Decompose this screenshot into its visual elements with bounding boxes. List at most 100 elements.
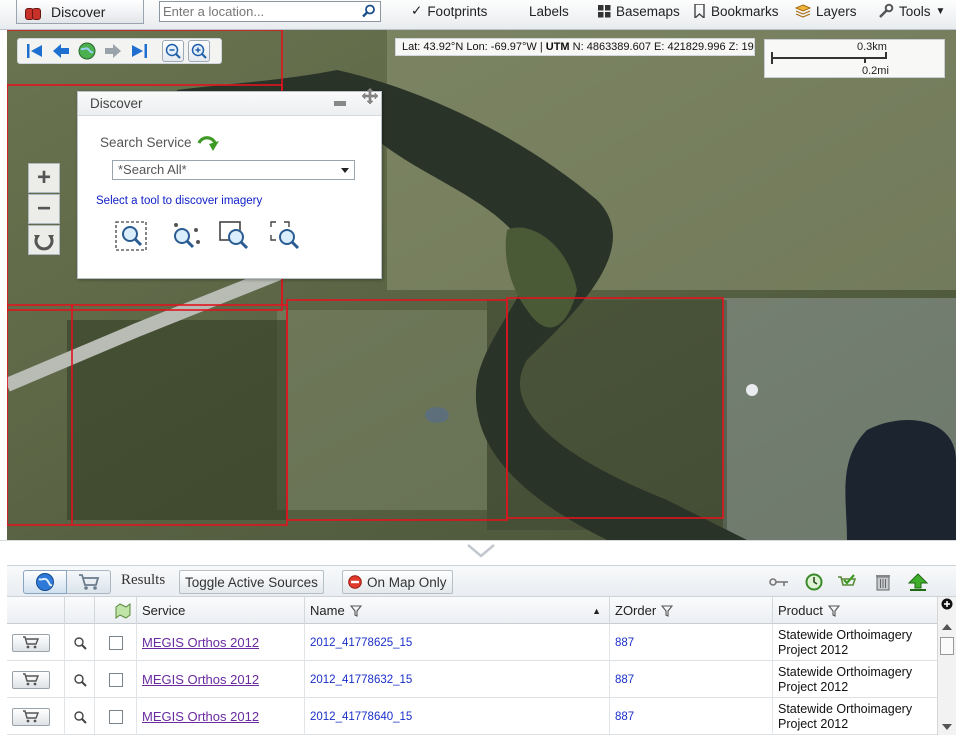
header-service[interactable]: Service — [137, 597, 305, 624]
rotate-icon — [34, 235, 54, 251]
move-icon[interactable] — [361, 87, 379, 105]
header-zorder[interactable]: ZOrder — [610, 597, 773, 624]
results-tab-imagery[interactable] — [23, 570, 67, 594]
zoom-in-tool-button[interactable] — [188, 40, 210, 62]
add-to-cart-button[interactable] — [12, 707, 50, 726]
chevron-down-icon[interactable] — [467, 544, 495, 558]
map-icon — [115, 602, 131, 619]
time-filter-button[interactable] — [804, 572, 824, 592]
table-row[interactable]: MEGIS Orthos 2012 2012_41778632_15 887 S… — [7, 661, 937, 698]
sort-ascending-icon[interactable]: ▲ — [592, 598, 601, 624]
shopping-cart-icon — [23, 636, 40, 649]
scroll-down-arrow[interactable] — [942, 724, 952, 730]
coordinate-readout: Lat: 43.92°N Lon: -69.97°W | UTM N: 4863… — [395, 38, 755, 56]
key-button[interactable] — [769, 572, 789, 592]
first-extent-icon — [27, 44, 42, 58]
table-scrollbar[interactable] — [937, 597, 956, 735]
basemaps-menu[interactable]: Basemaps — [598, 2, 680, 20]
add-to-cart-button[interactable] — [12, 670, 50, 689]
results-tab-cart[interactable] — [67, 570, 111, 594]
clear-results-button[interactable] — [873, 572, 893, 592]
layers-menu[interactable]: Layers — [795, 2, 857, 20]
header-name-label: Name — [310, 602, 345, 618]
tools-menu[interactable]: Tools ▼ — [878, 2, 945, 20]
add-all-to-cart-button[interactable] — [837, 572, 857, 592]
zorder-cell: 887 — [615, 636, 635, 649]
zoom-in-button[interactable]: + — [28, 163, 60, 193]
rectangle-search-tool[interactable] — [218, 220, 254, 254]
header-product[interactable]: Product — [773, 597, 937, 624]
shopping-cart-icon — [78, 574, 99, 590]
search-icon[interactable] — [362, 4, 376, 18]
wrench-icon — [879, 3, 894, 18]
upload-arrow-icon — [908, 573, 928, 591]
zoom-out-button[interactable]: − — [28, 194, 60, 224]
filter-icon[interactable] — [661, 604, 674, 617]
dropdown-arrow-icon — [341, 168, 349, 173]
add-column-icon[interactable] — [938, 597, 956, 611]
trash-icon — [876, 575, 890, 591]
table-row[interactable]: MEGIS Orthos 2012 2012_41778625_15 887 S… — [7, 624, 937, 661]
map-navigation-toolbar — [17, 38, 222, 64]
utm-value: N: 4863389.607 E: 421829.996 Z: 19 — [572, 41, 754, 53]
discover-button[interactable]: Discover — [16, 0, 144, 24]
rotate-reset-button[interactable] — [28, 225, 60, 255]
header-name[interactable]: Name ▲ — [305, 597, 610, 624]
zoom-control: + − — [28, 163, 61, 255]
search-service-select[interactable]: *Search All* — [112, 160, 355, 180]
filter-icon[interactable] — [827, 604, 840, 617]
service-link[interactable]: MEGIS Orthos 2012 — [137, 709, 259, 724]
point-search-tool[interactable] — [168, 220, 204, 254]
location-input[interactable] — [160, 2, 356, 21]
zorder-cell: 887 — [615, 673, 635, 686]
layers-icon — [795, 4, 811, 18]
product-cell: Statewide Orthoimagery Project 2012 — [778, 701, 913, 731]
on-map-only-button[interactable]: On Map Only — [342, 570, 453, 594]
select-value: *Search All* — [118, 162, 187, 177]
labels-toggle[interactable]: Labels — [529, 2, 569, 20]
scroll-up-arrow[interactable] — [942, 624, 952, 630]
export-results-button[interactable] — [908, 572, 928, 592]
footprints-toggle[interactable]: ✓ Footprints — [411, 2, 487, 20]
header-footprint-column[interactable] — [95, 597, 137, 624]
scroll-thumb[interactable] — [940, 637, 954, 655]
service-link[interactable]: MEGIS Orthos 2012 — [137, 672, 259, 687]
top-toolbar: Discover ✓ Footprints Labels Basemaps Bo… — [0, 0, 956, 30]
results-toolbar: Results Toggle Active Sources On Map Onl… — [7, 565, 956, 597]
header-zoom-column — [65, 597, 95, 624]
add-to-cart-button[interactable] — [12, 633, 50, 652]
scale-line — [771, 57, 887, 59]
layers-label: Layers — [816, 3, 857, 19]
scale-tick — [864, 57, 866, 63]
previous-extent-button[interactable] — [50, 40, 72, 62]
clock-icon — [805, 573, 823, 591]
on-map-only-label: On Map Only — [367, 574, 447, 590]
service-link[interactable]: MEGIS Orthos 2012 — [137, 635, 259, 650]
key-icon — [769, 578, 788, 586]
toggle-active-sources-button[interactable]: Toggle Active Sources — [179, 570, 324, 594]
footprint-checkbox[interactable] — [109, 635, 123, 650]
shopping-cart-icon — [23, 673, 40, 686]
panel-splitter[interactable] — [0, 540, 956, 565]
full-extent-button[interactable] — [76, 40, 98, 62]
table-row[interactable]: MEGIS Orthos 2012 2012_41778640_15 887 S… — [7, 698, 937, 735]
refresh-icon[interactable] — [196, 134, 220, 156]
magnifier-icon[interactable] — [73, 673, 87, 687]
last-extent-button[interactable] — [128, 40, 150, 62]
minimize-button[interactable] — [334, 101, 346, 106]
next-extent-button[interactable] — [102, 40, 124, 62]
magnifier-icon[interactable] — [73, 636, 87, 650]
results-table: Service Name ▲ ZOrder Product MEGIS Orth… — [7, 597, 956, 735]
zoom-out-tool-button[interactable] — [162, 40, 184, 62]
tool-hint-text: Select a tool to discover imagery — [96, 195, 263, 207]
footprint-checkbox[interactable] — [109, 672, 123, 687]
first-extent-button[interactable] — [24, 40, 46, 62]
header-zorder-label: ZOrder — [615, 602, 657, 618]
footprints-label: Footprints — [427, 3, 488, 19]
footprint-checkbox[interactable] — [109, 709, 123, 724]
filter-icon[interactable] — [349, 604, 362, 617]
bookmarks-menu[interactable]: Bookmarks — [694, 2, 779, 20]
extent-search-tool[interactable] — [114, 220, 150, 254]
magnifier-icon[interactable] — [73, 710, 87, 724]
current-view-search-tool[interactable] — [269, 220, 305, 254]
